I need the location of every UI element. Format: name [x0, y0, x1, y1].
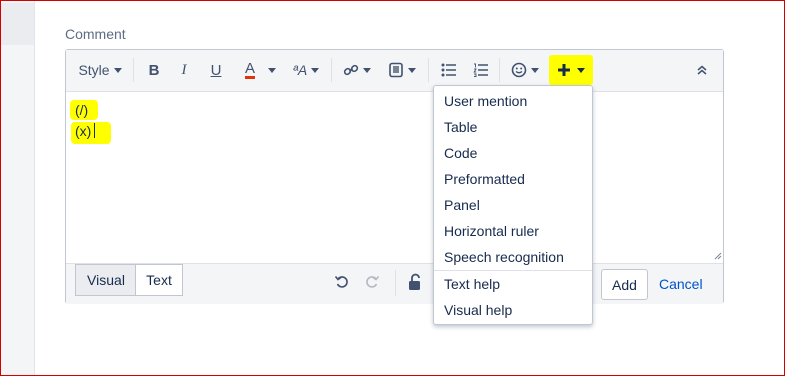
undo-button[interactable]	[334, 274, 352, 292]
text-size-label: ªA	[292, 62, 308, 78]
toolbar-separator	[331, 58, 332, 82]
chevron-down-icon	[577, 67, 585, 73]
redo-icon	[366, 275, 380, 288]
tab-visual[interactable]: Visual	[75, 264, 136, 296]
bullet-list-icon	[441, 63, 456, 77]
menu-item-speech-recognition[interactable]: Speech recognition	[444, 249, 564, 265]
italic-button[interactable]: I	[172, 56, 196, 84]
chevron-down-icon	[113, 67, 122, 73]
menu-item-preformatted[interactable]: Preformatted	[444, 171, 525, 187]
chevron-down-icon	[531, 67, 539, 73]
attachment-icon	[389, 62, 403, 78]
menu-item-text-help[interactable]: Text help	[444, 276, 500, 292]
editor-line-1: (/)	[75, 102, 89, 118]
menu-item-table[interactable]: Table	[444, 119, 477, 135]
menu-item-code[interactable]: Code	[444, 145, 477, 161]
menu-item-horizontal-ruler[interactable]: Horizontal ruler	[444, 223, 539, 239]
style-dropdown[interactable]: Style	[72, 56, 128, 84]
attachment-dropdown[interactable]	[384, 56, 420, 84]
add-button[interactable]: Add	[601, 269, 648, 300]
sidebar-selected-item[interactable]	[1, 3, 34, 45]
toolbar-separator	[395, 270, 396, 296]
resize-handle-icon[interactable]	[712, 250, 722, 260]
comment-editor: Style B I U A ªA (/) (x) Visual Text	[65, 49, 724, 304]
comment-label: Comment	[65, 26, 126, 42]
insert-more-button[interactable]	[549, 55, 593, 85]
tab-text[interactable]: Text	[135, 264, 183, 296]
menu-item-visual-help[interactable]: Visual help	[444, 302, 512, 318]
undo-icon	[334, 275, 348, 288]
toolbar-separator	[428, 58, 429, 82]
editor-text-area[interactable]: (/) (x)	[66, 92, 723, 262]
bold-button[interactable]: B	[142, 56, 166, 84]
left-sidebar	[1, 1, 35, 375]
editor-toolbar: Style B I U A ªA	[66, 50, 723, 92]
insert-more-menu: User mention Table Code Preformatted Pan…	[433, 85, 593, 325]
chevron-down-icon	[268, 67, 276, 73]
toolbar-separator	[133, 58, 134, 82]
bullet-list-button[interactable]	[438, 56, 460, 84]
text-color-button[interactable]: A	[238, 56, 262, 84]
menu-item-panel[interactable]: Panel	[444, 197, 480, 213]
chevron-down-icon	[363, 67, 371, 73]
unlock-icon	[409, 273, 420, 290]
toolbar-separator	[499, 58, 500, 82]
chevron-down-icon	[311, 67, 320, 73]
cancel-link[interactable]: Cancel	[659, 276, 703, 292]
security-level-button[interactable]	[407, 273, 431, 293]
menu-divider	[434, 270, 592, 271]
underline-button[interactable]: U	[204, 56, 228, 84]
text-color-dropdown[interactable]	[265, 56, 279, 84]
chevron-down-icon	[408, 67, 416, 73]
collapse-toolbar-button[interactable]	[691, 56, 713, 84]
link-icon	[343, 64, 359, 76]
editor-line-2-text: (x)	[75, 123, 92, 139]
double-chevron-up-icon	[697, 65, 707, 75]
redo-button[interactable]	[364, 274, 382, 292]
editor-line-2: (x)	[75, 123, 96, 139]
menu-item-user-mention[interactable]: User mention	[444, 93, 527, 109]
numbered-list-icon	[473, 63, 488, 77]
style-label: Style	[78, 62, 110, 78]
text-color-label: A	[244, 59, 255, 79]
text-cursor	[94, 123, 96, 138]
emoji-dropdown[interactable]	[507, 56, 543, 84]
plus-icon	[558, 64, 570, 76]
text-size-dropdown[interactable]: ªA	[288, 56, 324, 84]
numbered-list-button[interactable]	[470, 56, 492, 84]
emoji-icon	[511, 62, 527, 78]
link-dropdown[interactable]	[339, 56, 375, 84]
